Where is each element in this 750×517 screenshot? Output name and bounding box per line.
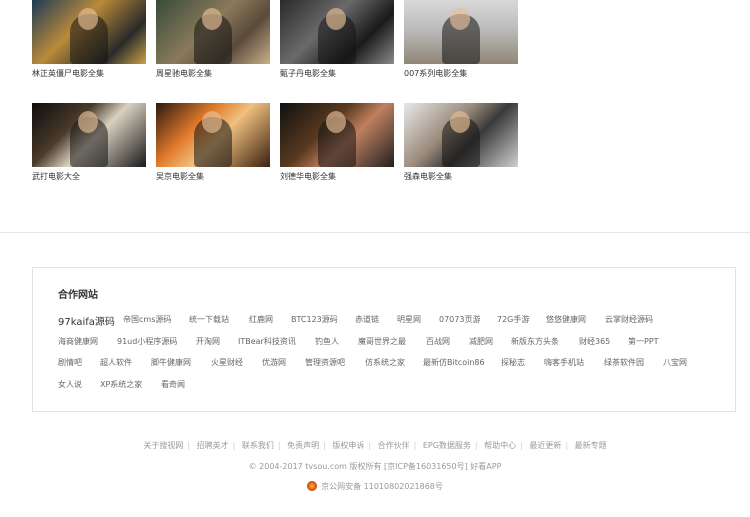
partner-link[interactable]: 魔哥世界之最 bbox=[358, 336, 406, 347]
partner-link[interactable]: 嗨客手机站 bbox=[544, 357, 584, 368]
movie-thumbnail[interactable] bbox=[156, 0, 270, 64]
partner-link[interactable]: 新版东方头条 bbox=[511, 336, 559, 347]
partner-link[interactable]: 绿茶软件园 bbox=[604, 357, 644, 368]
movie-title[interactable]: 吴京电影全集 bbox=[156, 171, 204, 182]
partner-link[interactable]: 超人软件 bbox=[100, 357, 132, 368]
partner-link[interactable]: 优游网 bbox=[262, 357, 286, 368]
police-record[interactable]: 京公网安备 11010802021868号 bbox=[0, 481, 750, 492]
partner-link[interactable]: 仿系统之家 bbox=[365, 357, 405, 368]
partner-link[interactable]: 云掌财经源码 bbox=[605, 314, 653, 325]
movie-card[interactable]: 强森电影全集 bbox=[404, 103, 518, 181]
partner-link[interactable]: 统一下载站 bbox=[189, 314, 229, 325]
partner-link[interactable]: 百战网 bbox=[426, 336, 450, 347]
movie-card[interactable]: 007系列电影全集 bbox=[404, 0, 518, 78]
partner-link[interactable]: 探秘志 bbox=[501, 357, 525, 368]
footer-links: 关于搜视网 | 招聘英才 | 联系我们 | 免责声明 | 版权申诉 | 合作伙伴 | EPG… bbox=[143, 441, 607, 450]
footer-link[interactable]: 联系我们 bbox=[242, 441, 274, 450]
partner-link[interactable]: 脚牛健康网 bbox=[151, 357, 191, 368]
movie-title[interactable]: 林正英僵尸电影全集 bbox=[32, 68, 104, 79]
partner-link[interactable]: 减肥网 bbox=[469, 336, 493, 347]
copyright-text: © 2004-2017 tvsou.com 版权所有 [京ICP备1603165… bbox=[248, 462, 502, 471]
movie-title[interactable]: 007系列电影全集 bbox=[404, 68, 467, 79]
movie-card[interactable]: 武打电影大全 bbox=[32, 103, 146, 181]
partner-link[interactable]: 第一PPT bbox=[628, 336, 659, 347]
footer-link[interactable]: 最近更新 bbox=[529, 441, 561, 450]
section-divider bbox=[0, 232, 750, 233]
footer-link[interactable]: EPG数据服务 bbox=[423, 441, 471, 450]
partner-link[interactable]: 开淘网 bbox=[196, 336, 220, 347]
footer-link[interactable]: 免责声明 bbox=[287, 441, 319, 450]
partner-link[interactable]: 管理资源吧 bbox=[305, 357, 345, 368]
movie-title[interactable]: 武打电影大全 bbox=[32, 171, 80, 182]
movie-thumbnail[interactable] bbox=[280, 0, 394, 64]
police-record-text[interactable]: 京公网安备 11010802021868号 bbox=[321, 482, 443, 491]
movie-card[interactable]: 林正英僵尸电影全集 bbox=[32, 0, 146, 78]
footer-link[interactable]: 帮助中心 bbox=[484, 441, 516, 450]
movie-title[interactable]: 刘德华电影全集 bbox=[280, 171, 336, 182]
movie-card[interactable]: 甄子丹电影全集 bbox=[280, 0, 394, 78]
partner-link[interactable]: 赤道链 bbox=[355, 314, 379, 325]
partner-link[interactable]: 财经365 bbox=[579, 336, 610, 347]
partner-link[interactable]: 看奇闻 bbox=[161, 379, 185, 390]
movie-thumbnail[interactable] bbox=[32, 0, 146, 64]
partner-link[interactable]: 八宝网 bbox=[663, 357, 687, 368]
movie-card[interactable]: 周星驰电影全集 bbox=[156, 0, 270, 78]
partner-link[interactable]: 72G手游 bbox=[497, 314, 529, 325]
footer-link[interactable]: 合作伙伴 bbox=[378, 441, 410, 450]
partner-link[interactable]: 红鹿网 bbox=[249, 314, 273, 325]
partner-link[interactable]: 女人说 bbox=[58, 379, 82, 390]
movie-thumbnail[interactable] bbox=[404, 0, 518, 64]
movie-thumbnail[interactable] bbox=[32, 103, 146, 167]
movie-title[interactable]: 强森电影全集 bbox=[404, 171, 452, 182]
movie-title[interactable]: 周星驰电影全集 bbox=[156, 68, 212, 79]
partner-link[interactable]: XP系统之家 bbox=[100, 379, 142, 390]
partner-link[interactable]: 钓鱼人 bbox=[315, 336, 339, 347]
movie-card[interactable]: 吴京电影全集 bbox=[156, 103, 270, 181]
movie-card[interactable]: 刘德华电影全集 bbox=[280, 103, 394, 181]
movie-thumbnail[interactable] bbox=[280, 103, 394, 167]
partner-link[interactable]: 97kaifa源码 bbox=[58, 313, 115, 328]
footer-link[interactable]: 关于搜视网 bbox=[143, 441, 183, 450]
footer-link[interactable]: 最新专题 bbox=[575, 441, 607, 450]
partner-link[interactable]: 明星网 bbox=[397, 314, 421, 325]
partner-link[interactable]: 最新仿Bitcoin86 bbox=[423, 357, 485, 368]
partner-sites-title: 合作网站 bbox=[58, 290, 98, 301]
partner-link[interactable]: 火星财经 bbox=[211, 357, 243, 368]
partner-link[interactable]: ITBear科技资讯 bbox=[238, 336, 296, 347]
partner-link[interactable]: 剧情吧 bbox=[58, 357, 82, 368]
partner-link[interactable]: 07073页游 bbox=[439, 314, 480, 325]
partner-sites-box: 合作网站 97kaifa源码 帝国cms源码 统一下载站 红鹿网 BTC123源… bbox=[32, 267, 736, 412]
movie-title[interactable]: 甄子丹电影全集 bbox=[280, 68, 336, 79]
movie-thumbnail[interactable] bbox=[156, 103, 270, 167]
footer-link[interactable]: 招聘英才 bbox=[197, 441, 229, 450]
partner-link[interactable]: 帝国cms源码 bbox=[123, 314, 171, 325]
partner-link[interactable]: BTC123源码 bbox=[291, 314, 338, 325]
partner-link[interactable]: 悠悠健康网 bbox=[546, 314, 586, 325]
partner-link[interactable]: 海商健康网 bbox=[58, 336, 98, 347]
footer-link[interactable]: 版权申诉 bbox=[332, 441, 364, 450]
movie-thumbnail[interactable] bbox=[404, 103, 518, 167]
police-badge-icon bbox=[307, 481, 318, 491]
partner-link[interactable]: 91ud小程序源码 bbox=[117, 336, 177, 347]
